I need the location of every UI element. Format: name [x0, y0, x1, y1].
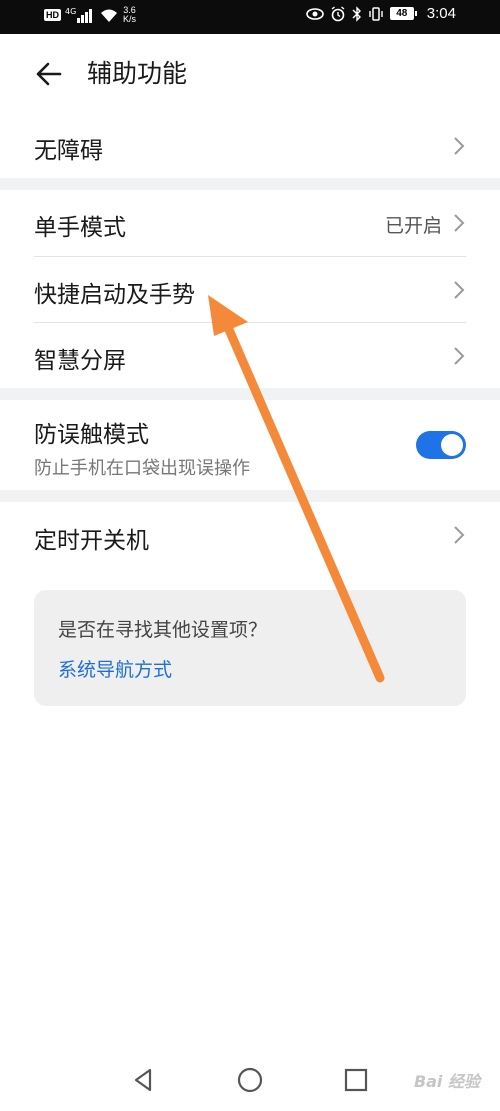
chevron-right-icon [454, 137, 465, 155]
chevron-right-icon [454, 526, 465, 544]
nav-back-icon[interactable] [126, 1062, 162, 1098]
chevron-right-icon [454, 281, 465, 299]
vibrate-icon [369, 6, 383, 21]
settings-item-label: 智慧分屏 [34, 348, 126, 374]
settings-item-value: 已开启 [384, 215, 442, 237]
back-button[interactable] [30, 56, 70, 92]
settings-item-scheduled-power[interactable]: 定时开关机 [0, 502, 500, 568]
watermark: Bai 经验 [413, 1072, 480, 1091]
arrow-left-icon [36, 62, 62, 86]
pocket-mode-toggle[interactable] [416, 431, 466, 459]
hd-badge: HD [44, 9, 61, 21]
settings-item-label: 快捷启动及手势 [34, 282, 195, 308]
settings-item-shortcuts-gestures[interactable]: 快捷启动及手势 [0, 257, 500, 322]
cell-signal-icon: 4G [65, 7, 92, 23]
chevron-right-icon [454, 347, 465, 365]
settings-item-label: 防误触模式 [34, 422, 149, 448]
chevron-right-icon [454, 214, 465, 232]
settings-item-label: 单手模式 [34, 215, 126, 241]
section-gap [0, 388, 500, 400]
alarm-icon [331, 5, 345, 21]
page-title: 辅助功能 [87, 59, 188, 88]
nav-recents-icon[interactable] [338, 1062, 374, 1098]
net-speed: 3.6 K/s [123, 5, 137, 24]
settings-item-label: 无障碍 [34, 138, 103, 164]
clock: 3:04 [426, 5, 456, 22]
wifi-icon [101, 9, 117, 22]
svg-text:4G: 4G [65, 7, 76, 16]
section-gap [0, 178, 500, 190]
suggestion-link[interactable]: 系统导航方式 [58, 655, 172, 682]
status-bar: HD 4G 3.6 K/s 48 3:04 [0, 0, 500, 34]
battery-icon: 48 [389, 7, 417, 20]
bluetooth-icon [352, 5, 361, 22]
page-header: 辅助功能 [0, 34, 500, 114]
navigation-bar: Bai 经验 [0, 1050, 500, 1111]
section-gap [0, 490, 500, 502]
settings-item-accessibility[interactable]: 无障碍 [0, 114, 500, 178]
nav-home-icon[interactable] [232, 1062, 268, 1098]
settings-item-label: 定时开关机 [34, 528, 149, 554]
settings-item-pocket-mode[interactable]: 防误触模式 防止手机在口袋出现误操作 [0, 400, 500, 490]
suggestion-card: 是否在寻找其他设置项？ 系统导航方式 [34, 590, 466, 706]
settings-item-description: 防止手机在口袋出现误操作 [34, 458, 250, 479]
settings-item-split-screen[interactable]: 智慧分屏 [0, 323, 500, 388]
suggestion-question: 是否在寻找其他设置项？ [58, 619, 268, 641]
settings-item-one-hand-mode[interactable]: 单手模式 已开启 [0, 190, 500, 256]
eye-icon [305, 7, 324, 20]
